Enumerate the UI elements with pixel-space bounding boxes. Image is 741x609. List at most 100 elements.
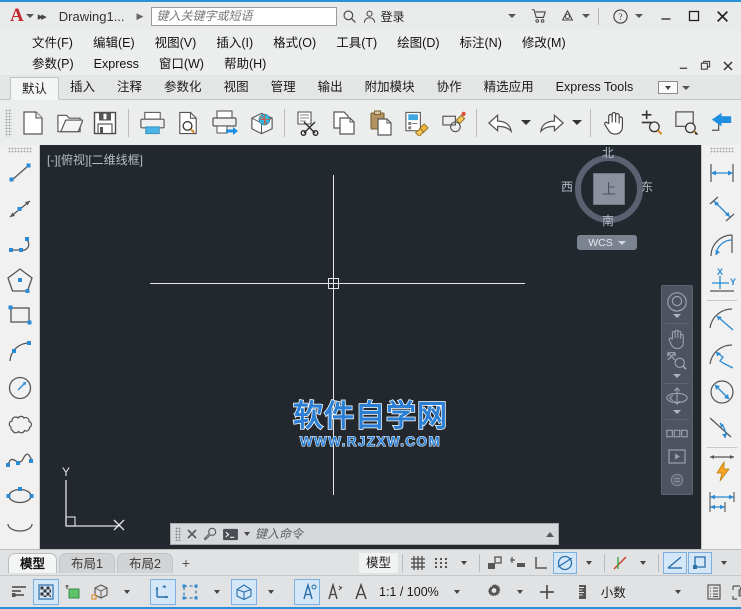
3d-publish-button[interactable] <box>243 103 279 143</box>
menu-window[interactable]: 窗口(W) <box>149 54 214 74</box>
space-label[interactable]: 模型 <box>358 552 398 573</box>
polygon-tool[interactable] <box>2 262 38 298</box>
tab-output[interactable]: 输出 <box>307 76 354 99</box>
ellipse-arc-tool[interactable] <box>2 513 38 549</box>
menu-help[interactable]: 帮助(H) <box>214 54 276 74</box>
paste-button[interactable] <box>363 103 399 143</box>
gizmo-dropdown[interactable] <box>258 579 284 605</box>
menu-express[interactable]: Express <box>84 54 149 74</box>
menu-format[interactable]: 格式(O) <box>263 33 326 53</box>
pan-button[interactable] <box>596 103 632 143</box>
draw-toolbar-drag-grip[interactable] <box>7 147 32 153</box>
filter-dropdown[interactable] <box>204 579 230 605</box>
diameter-dimension-tool[interactable] <box>704 374 740 410</box>
cart-icon[interactable] <box>526 3 552 29</box>
window-close-button[interactable] <box>709 3 735 29</box>
selection-filter-toggle[interactable] <box>177 579 203 605</box>
navbar-wheel-chevron-down-icon[interactable] <box>673 314 681 319</box>
dynamic-ucs-toggle[interactable] <box>150 578 176 605</box>
polyline-tool[interactable] <box>2 227 38 263</box>
construction-line-tool[interactable] <box>2 191 38 227</box>
object-snap-toggle[interactable] <box>663 551 687 574</box>
tab-layout1[interactable]: 布局1 <box>59 552 115 573</box>
copy-button[interactable] <box>326 103 362 143</box>
command-line-close-icon[interactable] <box>186 528 198 540</box>
tab-insert[interactable]: 插入 <box>59 76 106 99</box>
zoom-previous-button[interactable] <box>705 103 741 143</box>
menu-tools[interactable]: 工具(T) <box>326 33 387 53</box>
ordinate-dimension-tool[interactable]: XY <box>704 263 740 299</box>
gizmo-toggle[interactable] <box>231 578 257 605</box>
menu-insert[interactable]: 插入(I) <box>206 33 263 53</box>
chevron-down-icon[interactable] <box>721 560 727 565</box>
tab-featured-apps[interactable]: 精选应用 <box>473 76 545 99</box>
units-icon[interactable] <box>570 579 596 605</box>
autodesk-icon[interactable] <box>554 3 580 29</box>
doc-restore-button[interactable] <box>698 58 713 73</box>
polar-tracking-toggle[interactable] <box>553 551 577 574</box>
iso-dropdown[interactable] <box>114 579 140 605</box>
chevron-down-icon[interactable] <box>521 120 531 125</box>
annotation-visibility-toggle[interactable] <box>294 578 320 605</box>
autodesk-chevron-down-icon[interactable] <box>582 14 590 18</box>
navbar-zoom-extents-button[interactable] <box>662 349 692 372</box>
quick-dimension-tool[interactable] <box>704 449 740 485</box>
radius-dimension-tool[interactable] <box>704 302 740 338</box>
menu-file[interactable]: 文件(F) <box>22 33 83 53</box>
navbar-pan-button[interactable] <box>662 326 692 349</box>
linear-dimension-tool[interactable] <box>704 155 740 191</box>
chevron-down-icon[interactable] <box>124 589 130 594</box>
zoom-realtime-button[interactable] <box>632 103 668 143</box>
chevron-down-icon[interactable] <box>214 589 220 594</box>
baseline-dimension-tool[interactable] <box>704 485 740 521</box>
panel-chevron-down-icon[interactable] <box>682 85 691 90</box>
wcs-chevron-down-icon[interactable] <box>617 240 626 245</box>
infer-constraints-toggle[interactable] <box>484 552 506 574</box>
titlebar-chevron-down-icon[interactable] <box>508 14 516 18</box>
publish-button[interactable] <box>207 103 243 143</box>
chevron-down-icon[interactable] <box>453 589 460 594</box>
units-label[interactable]: 小数 <box>597 582 630 601</box>
view-cube-north-label[interactable]: 北 <box>602 145 614 161</box>
view-cube-east-label[interactable]: 东 <box>641 178 653 195</box>
arc-tool[interactable] <box>2 334 38 370</box>
block-editor-button[interactable] <box>435 103 471 143</box>
dynamic-input-toggle[interactable] <box>507 552 529 574</box>
chevron-down-icon[interactable] <box>268 589 274 594</box>
undo-dropdown[interactable] <box>518 103 533 143</box>
quick-properties-toggle[interactable] <box>701 579 727 605</box>
lineweight-dropdown[interactable] <box>713 552 735 574</box>
menu-parametric[interactable]: 参数(P) <box>22 54 84 74</box>
revision-cloud-tool[interactable] <box>2 406 38 442</box>
add-layout-button[interactable]: + <box>175 554 197 572</box>
transparency-toggle[interactable] <box>6 579 32 605</box>
tab-view[interactable]: 视图 <box>213 76 260 99</box>
tab-addins[interactable]: 附加模块 <box>354 76 426 99</box>
arc-length-dimension-tool[interactable] <box>704 227 740 263</box>
navbar-showmotion-button[interactable] <box>662 422 692 445</box>
navbar-zoom-chevron-down-icon[interactable] <box>673 373 681 378</box>
command-input[interactable] <box>255 527 541 541</box>
undo-button[interactable] <box>482 103 518 143</box>
lineweight-toggle[interactable] <box>688 551 712 574</box>
navbar-orbit-button[interactable] <box>662 385 692 409</box>
doc-close-button[interactable] <box>720 58 735 73</box>
navigation-bar[interactable] <box>661 285 693 495</box>
plot-button[interactable] <box>134 103 170 143</box>
steering-wheel-button[interactable] <box>662 290 692 313</box>
menu-modify[interactable]: 修改(M) <box>512 33 576 53</box>
search-input[interactable] <box>156 9 333 23</box>
workspace-dropdown[interactable] <box>507 579 533 605</box>
document-chevron-right-icon[interactable]: ▶ <box>131 11 150 22</box>
chevron-down-icon[interactable] <box>516 589 523 594</box>
search-icon[interactable] <box>337 3 362 29</box>
view-cube-top-face[interactable]: 上 <box>593 173 625 205</box>
chevron-down-icon[interactable] <box>461 560 467 565</box>
menu-draw[interactable]: 绘图(D) <box>387 33 449 53</box>
ortho-mode-toggle[interactable] <box>530 552 552 574</box>
snap-mode-toggle[interactable] <box>430 552 452 574</box>
snap-dropdown[interactable] <box>453 552 475 574</box>
units-dropdown[interactable] <box>665 579 691 605</box>
zoom-window-button[interactable] <box>668 103 704 143</box>
toolbar-lock-button[interactable] <box>534 579 560 605</box>
